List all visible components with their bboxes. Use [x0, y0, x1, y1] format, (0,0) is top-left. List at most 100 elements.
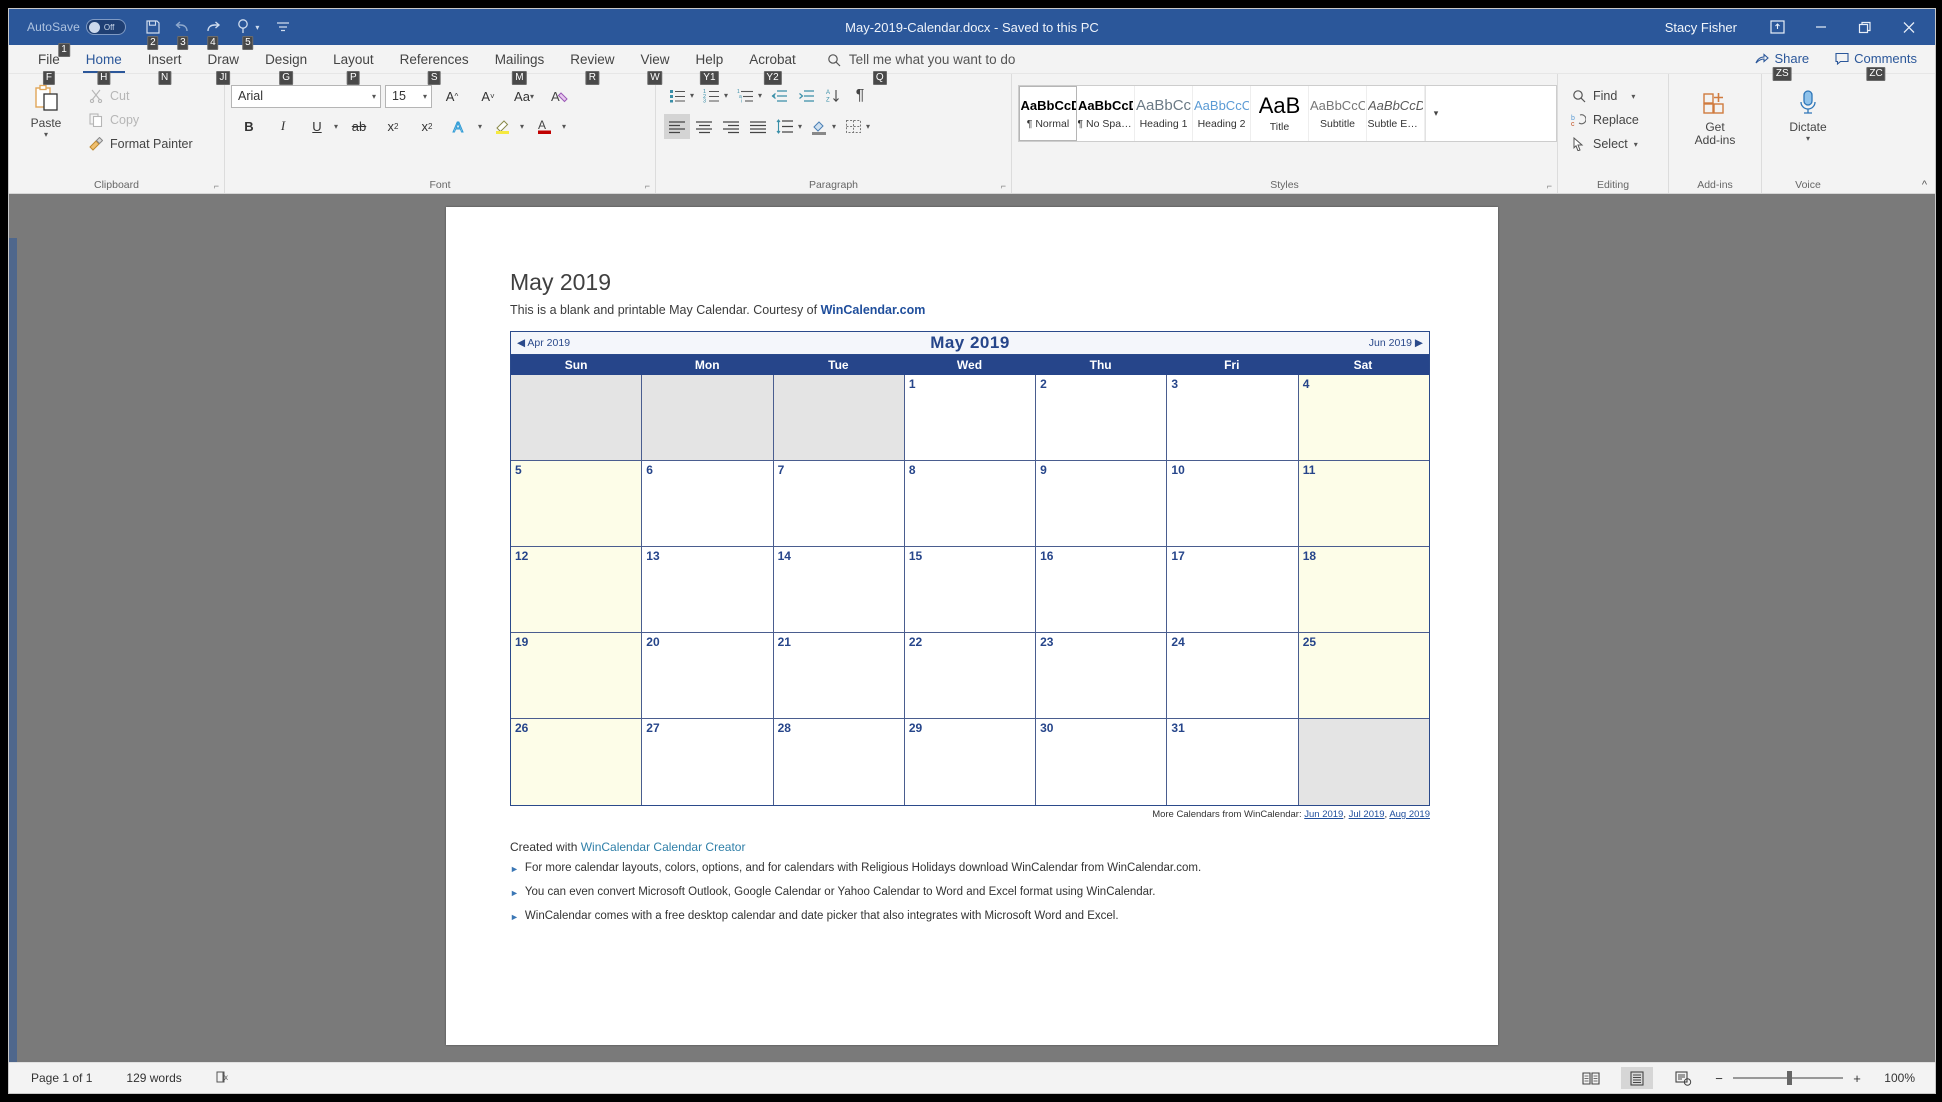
tab-draw[interactable]: Draw JI [195, 49, 253, 85]
page-count[interactable]: Page 1 of 1 [31, 1071, 92, 1085]
calendar-cell-day-30[interactable]: 30 [1036, 719, 1168, 805]
tab-layout[interactable]: Layout P [320, 49, 387, 85]
zoom-slider[interactable]: − + [1713, 1071, 1863, 1086]
calendar-cell-day-13[interactable]: 13 [642, 547, 774, 633]
line-spacing-caret[interactable]: ▾ [798, 122, 805, 131]
next-month-link[interactable]: Jun 2019 ▶ [1369, 337, 1423, 349]
format-painter-button[interactable]: Format Painter [83, 132, 197, 156]
calendar-cell-day-10[interactable]: 10 [1167, 461, 1299, 547]
paste-dropdown-caret[interactable]: ▾ [44, 131, 48, 139]
calendar-cell-day-26[interactable]: 26 [511, 719, 643, 805]
style-subtitle[interactable]: AaBbCcC Subtitle [1309, 86, 1367, 141]
redo-icon[interactable]: 4 [198, 14, 228, 50]
calendar-cell-day-28[interactable]: 28 [773, 719, 905, 805]
calendar-cell-day-22[interactable]: 22 [904, 633, 1037, 719]
calendar-cell-day-16[interactable]: 16 [1036, 547, 1168, 633]
sort-button[interactable]: AZ [820, 83, 846, 108]
calendar-cell-day-3[interactable]: 3 [1167, 375, 1299, 461]
footer-link-jun[interactable]: Jun 2019 [1304, 809, 1343, 820]
strikethrough-button[interactable]: ab [343, 113, 375, 139]
numbering-caret[interactable]: ▾ [724, 91, 731, 100]
select-button[interactable]: Select ▾ [1566, 132, 1668, 156]
calendar-cell-day-2[interactable]: 2 [1036, 375, 1168, 461]
superscript-button[interactable]: x2 [411, 113, 443, 139]
tab-references[interactable]: References S [387, 49, 482, 85]
calendar-cell-day-25[interactable]: 25 [1298, 633, 1429, 719]
style-subtle-emphasis[interactable]: AaBbCcDc Subtle Em... [1367, 86, 1425, 141]
calendar-cell-day-15[interactable]: 15 [904, 547, 1037, 633]
clear-formatting-button[interactable]: A [544, 83, 576, 109]
style-heading-2[interactable]: AaBbCcC Heading 2 [1193, 86, 1251, 141]
tab-help[interactable]: Help Y1 [683, 49, 737, 85]
font-size-combobox[interactable]: 15 ▾ [385, 84, 432, 108]
cut-button[interactable]: Cut [83, 84, 197, 108]
customize-qat-icon[interactable] [268, 14, 298, 40]
calendar-cell-day-17[interactable]: 17 [1167, 547, 1299, 633]
text-effects-caret[interactable]: ▾ [478, 122, 485, 131]
paragraph-dialog-launcher[interactable]: ⌐ [1001, 181, 1006, 191]
tab-design[interactable]: Design G [252, 49, 320, 85]
calendar-cell-day-19[interactable]: 19 [511, 633, 643, 719]
zoom-track[interactable] [1733, 1071, 1843, 1085]
calendar-cell-day-12[interactable]: 12 [511, 547, 643, 633]
align-center-button[interactable] [691, 114, 717, 139]
prev-month-link[interactable]: ◀ Apr 2019 [517, 337, 570, 349]
dictate-button[interactable]: Dictate ▾ [1765, 78, 1851, 143]
calendar-cell-empty[interactable] [1298, 719, 1429, 805]
grow-font-button[interactable]: A ^ [436, 83, 468, 109]
tab-mailings[interactable]: Mailings M [482, 49, 558, 85]
shading-caret[interactable]: ▾ [832, 122, 839, 131]
font-dialog-launcher[interactable]: ⌐ [645, 181, 650, 191]
borders-caret[interactable]: ▾ [866, 122, 873, 131]
zoom-out-button[interactable]: − [1713, 1071, 1725, 1086]
document-canvas[interactable]: May 2019 This is a blank and printable M… [9, 194, 1935, 1062]
calendar-cell-empty[interactable] [773, 375, 905, 461]
tab-review[interactable]: Review R [557, 49, 627, 85]
calendar-cell-day-11[interactable]: 11 [1298, 461, 1429, 547]
calendar-cell-day-18[interactable]: 18 [1298, 547, 1429, 633]
ribbon-display-options-icon[interactable] [1755, 9, 1799, 45]
proofing-errors-icon[interactable]: x [216, 1070, 233, 1087]
autosave-toggle[interactable]: AutoSave Off 1 [27, 19, 126, 57]
undo-icon[interactable]: 3 [168, 14, 198, 50]
underline-button[interactable]: U [301, 113, 333, 139]
calendar-cell-day-9[interactable]: 9 [1036, 461, 1168, 547]
chevron-down-icon[interactable]: ▾ [372, 92, 376, 101]
styles-gallery[interactable]: AaBbCcDc ¶ Normal AaBbCcDc ¶ No Spac... … [1018, 85, 1557, 142]
bullets-button[interactable] [664, 83, 690, 108]
numbering-button[interactable]: 123 [698, 83, 724, 108]
read-mode-button[interactable] [1575, 1067, 1607, 1089]
style-heading-1[interactable]: AaBbCc Heading 1 [1135, 86, 1193, 141]
chevron-down-icon[interactable]: ▾ [423, 92, 427, 101]
highlight-caret[interactable]: ▾ [520, 122, 527, 131]
close-icon[interactable] [1887, 9, 1931, 45]
tab-insert[interactable]: Insert N [135, 49, 195, 85]
calendar-cell-day-7[interactable]: 7 [773, 461, 905, 547]
text-effects-button[interactable]: A [445, 113, 477, 139]
borders-button[interactable] [840, 114, 866, 139]
calendar-cell-day-20[interactable]: 20 [642, 633, 774, 719]
document-page[interactable]: May 2019 This is a blank and printable M… [446, 207, 1498, 1045]
copy-button[interactable]: Copy [83, 108, 197, 132]
calendar-cell-day-8[interactable]: 8 [904, 461, 1037, 547]
font-family-combobox[interactable]: Arial ▾ [231, 84, 381, 108]
zoom-level[interactable]: 100% [1877, 1071, 1915, 1085]
replace-button[interactable]: bc Replace [1566, 108, 1668, 132]
find-caret[interactable]: ▾ [1631, 92, 1635, 101]
highlight-button[interactable] [487, 113, 519, 139]
calendar-cell-day-21[interactable]: 21 [773, 633, 905, 719]
styles-gallery-more-button[interactable]: ▾ [1425, 86, 1446, 141]
bullets-caret[interactable]: ▾ [690, 91, 697, 100]
clipboard-dialog-launcher[interactable]: ⌐ [214, 181, 219, 191]
align-left-button[interactable] [664, 114, 690, 139]
decrease-indent-button[interactable] [766, 83, 792, 108]
style-normal[interactable]: AaBbCcDc ¶ Normal [1019, 86, 1077, 141]
autosave-switch[interactable]: Off [85, 19, 126, 35]
zoom-thumb[interactable] [1787, 1071, 1792, 1085]
subscript-button[interactable]: x2 [377, 113, 409, 139]
dictate-caret[interactable]: ▾ [1806, 135, 1810, 143]
account-name[interactable]: Stacy Fisher [1665, 20, 1737, 35]
multilevel-list-button[interactable]: 1ai [732, 83, 758, 108]
save-icon[interactable]: 2 [138, 14, 168, 50]
wincalendar-link[interactable]: WinCalendar.com [821, 303, 926, 317]
